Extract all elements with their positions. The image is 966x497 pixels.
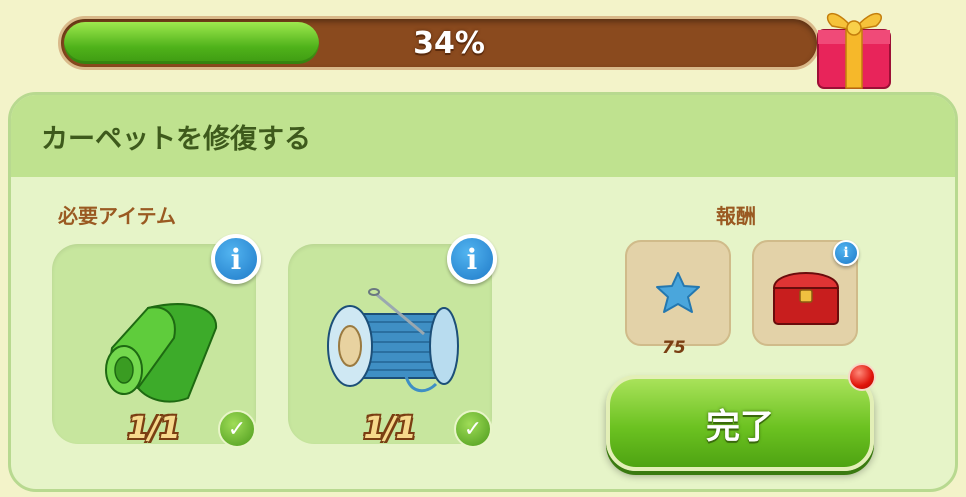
panel-header: カーペットを修復する bbox=[11, 95, 955, 177]
required-items-label: 必要アイテム bbox=[58, 204, 176, 228]
gift-box-icon[interactable] bbox=[812, 0, 896, 92]
red-chest-icon bbox=[772, 272, 840, 325]
info-icon[interactable]: i bbox=[447, 234, 497, 284]
reward-card-stars[interactable] bbox=[625, 240, 731, 346]
blue-star-icon bbox=[656, 272, 700, 313]
info-icon[interactable]: i bbox=[833, 240, 859, 266]
notification-dot bbox=[848, 363, 876, 391]
blue-thread-spool-icon bbox=[327, 288, 459, 393]
progress-label: 34% bbox=[413, 25, 485, 61]
progress-bar: 34% bbox=[58, 16, 820, 70]
task-title: カーペットを修復する bbox=[41, 123, 311, 155]
green-cloth-roll-icon bbox=[105, 303, 218, 403]
check-icon: ✓ bbox=[218, 410, 256, 448]
check-icon: ✓ bbox=[454, 410, 492, 448]
reward-label: 報酬 bbox=[716, 204, 756, 228]
reward-count: 75 bbox=[662, 338, 686, 358]
info-icon[interactable]: i bbox=[211, 234, 261, 284]
complete-button[interactable]: 完了 bbox=[606, 375, 874, 471]
